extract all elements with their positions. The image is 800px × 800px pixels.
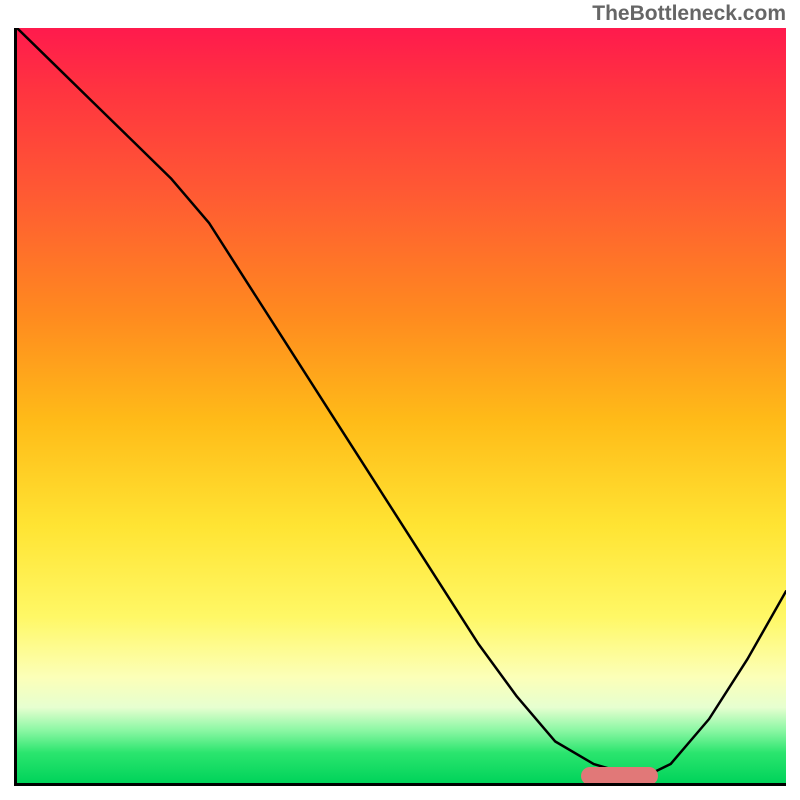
optimal-range-marker xyxy=(581,767,658,785)
plot-area xyxy=(14,28,786,786)
attribution-watermark: TheBottleneck.com xyxy=(592,2,786,26)
bottleneck-curve xyxy=(17,28,786,779)
